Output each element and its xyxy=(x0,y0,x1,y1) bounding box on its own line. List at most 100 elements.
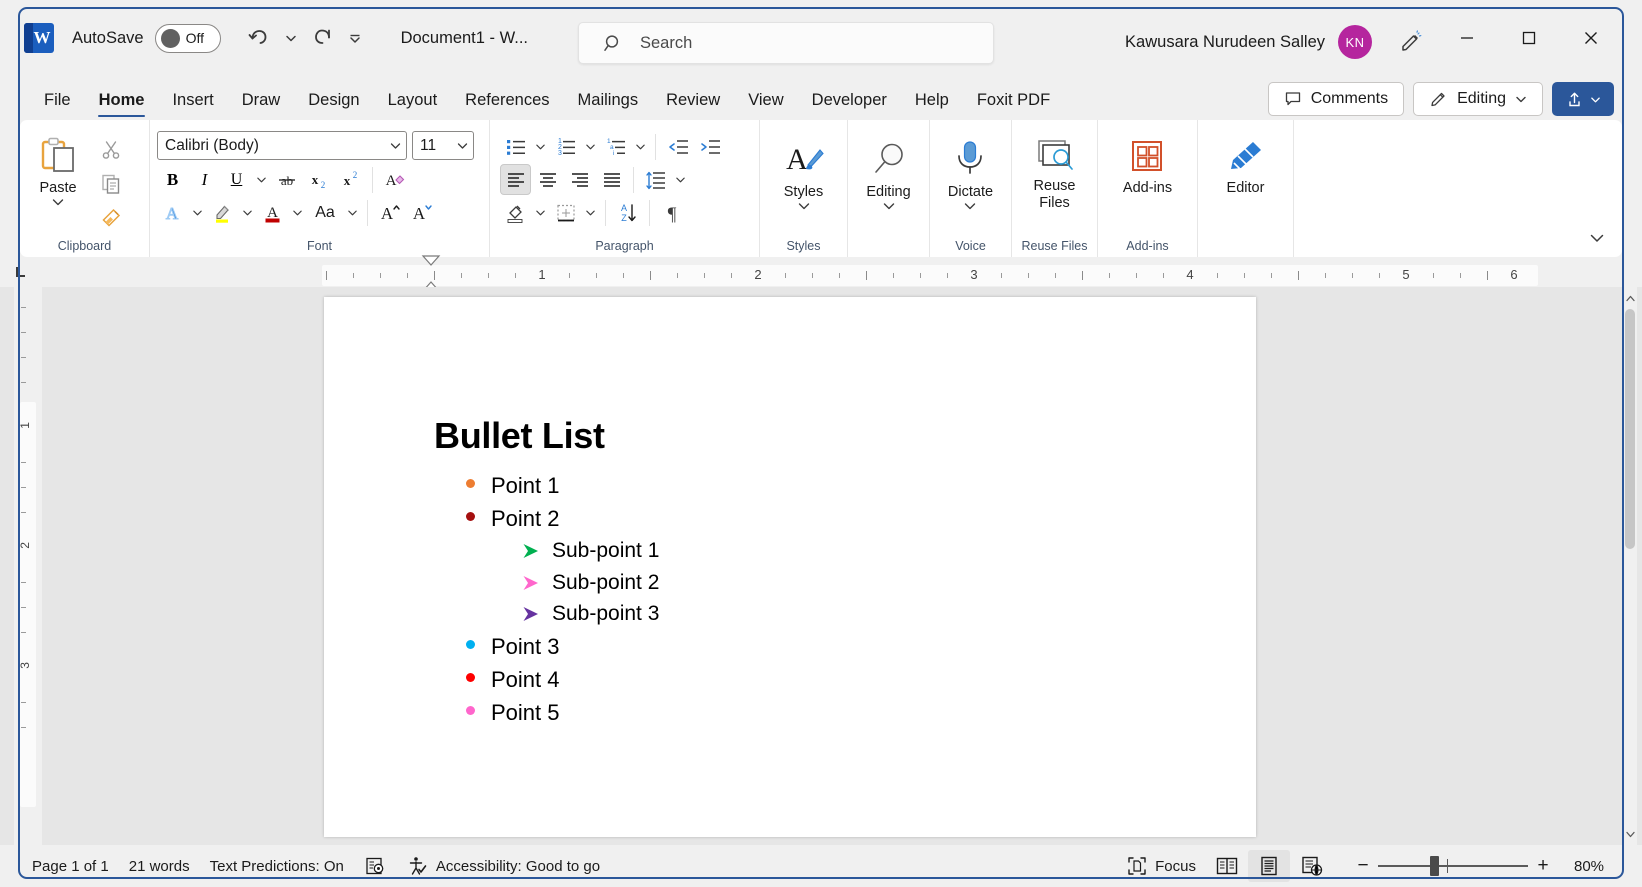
accessibility-status[interactable]: Accessibility: Good to go xyxy=(396,851,610,881)
bold-button[interactable]: B xyxy=(157,164,188,195)
line-spacing-dropdown-chevron-down-icon[interactable] xyxy=(672,164,689,195)
tab-draw[interactable]: Draw xyxy=(228,87,295,120)
avatar[interactable]: KN xyxy=(1338,25,1372,59)
editing-mode-button[interactable]: Editing xyxy=(1413,82,1543,116)
search-input[interactable]: Search xyxy=(578,22,994,64)
highlight-dropdown-chevron-down-icon[interactable] xyxy=(239,197,256,228)
tab-mailings[interactable]: Mailings xyxy=(564,87,653,120)
numbering-dropdown-chevron-down-icon[interactable] xyxy=(582,131,599,162)
italic-button[interactable]: I xyxy=(189,164,220,195)
increase-indent-button[interactable] xyxy=(694,131,725,162)
align-right-button[interactable] xyxy=(564,164,595,195)
tab-home[interactable]: Home xyxy=(85,87,159,120)
tab-stop-selector[interactable] xyxy=(0,257,42,287)
underline-dropdown-chevron-down-icon[interactable] xyxy=(253,164,270,195)
list-item[interactable]: Point 4 xyxy=(466,663,1256,696)
change-case-button[interactable]: Aa xyxy=(307,197,343,228)
borders-button[interactable] xyxy=(550,197,581,228)
show-formatting-marks-button[interactable]: ¶ xyxy=(656,197,687,228)
tab-developer[interactable]: Developer xyxy=(798,87,901,120)
zoom-out-button[interactable]: − xyxy=(1348,851,1378,881)
undo-dropdown-chevron-down-icon[interactable] xyxy=(281,20,301,56)
autosave-toggle[interactable]: Off xyxy=(154,23,221,53)
underline-button[interactable]: U xyxy=(221,164,252,195)
align-left-button[interactable] xyxy=(500,164,531,195)
maximize-button[interactable] xyxy=(1498,8,1560,68)
dictate-button[interactable]: Dictate xyxy=(942,136,999,213)
chevron-down-icon[interactable] xyxy=(964,202,976,210)
editor-button[interactable]: Editor xyxy=(1219,136,1273,200)
proofing-editor-status[interactable] xyxy=(354,851,396,881)
tab-references[interactable]: References xyxy=(451,87,563,120)
text-effects-button[interactable]: A xyxy=(157,197,188,228)
chevron-down-icon[interactable] xyxy=(798,202,810,210)
text-predictions-status[interactable]: Text Predictions: On xyxy=(200,854,354,879)
reuse-files-button[interactable]: Reuse Files xyxy=(1019,134,1090,214)
highlight-color-button[interactable] xyxy=(207,197,238,228)
tab-help[interactable]: Help xyxy=(901,87,963,120)
tab-file[interactable]: File xyxy=(30,87,85,120)
multilevel-dropdown-chevron-down-icon[interactable] xyxy=(632,131,649,162)
borders-dropdown-chevron-down-icon[interactable] xyxy=(582,197,599,228)
scroll-down-arrow-icon[interactable] xyxy=(1623,825,1637,843)
scroll-up-arrow-icon[interactable] xyxy=(1623,289,1637,307)
decrease-indent-button[interactable] xyxy=(662,131,693,162)
editing-button[interactable]: Editing xyxy=(860,136,916,213)
shrink-font-button[interactable]: A xyxy=(406,197,437,228)
vertical-scrollbar[interactable] xyxy=(1623,287,1637,845)
numbering-button[interactable]: 123 xyxy=(550,131,581,162)
styles-button[interactable]: A Styles xyxy=(776,136,832,213)
zoom-slider[interactable] xyxy=(1378,851,1528,881)
font-size-combobox[interactable]: 11 xyxy=(412,131,474,160)
zoom-slider-thumb[interactable] xyxy=(1430,856,1439,876)
line-spacing-button[interactable] xyxy=(640,164,671,195)
bullets-dropdown-chevron-down-icon[interactable] xyxy=(532,131,549,162)
align-center-button[interactable] xyxy=(532,164,563,195)
document-body[interactable]: Bullet List Point 1 Point 2 Sub-point 1 … xyxy=(324,297,1256,729)
list-item[interactable]: Point 2 xyxy=(466,502,1256,535)
font-color-button[interactable]: A xyxy=(257,197,288,228)
subscript-button[interactable]: x2 xyxy=(303,164,334,195)
list-item[interactable]: Point 1 xyxy=(466,469,1256,502)
read-mode-button[interactable] xyxy=(1206,850,1248,882)
paste-button[interactable]: Paste xyxy=(27,132,89,209)
first-line-indent-marker[interactable] xyxy=(420,254,442,270)
comments-button[interactable]: Comments xyxy=(1267,82,1405,116)
web-layout-button[interactable] xyxy=(1290,850,1332,882)
clear-formatting-button[interactable]: A xyxy=(379,164,410,195)
collapse-ribbon-button[interactable] xyxy=(1584,225,1610,251)
ribbon-display-options-icon[interactable] xyxy=(1392,24,1430,62)
tab-layout[interactable]: Layout xyxy=(374,87,452,120)
superscript-button[interactable]: x2 xyxy=(335,164,366,195)
close-button[interactable] xyxy=(1560,8,1622,68)
minimize-button[interactable] xyxy=(1436,8,1498,68)
page-count-status[interactable]: Page 1 of 1 xyxy=(22,854,119,879)
share-button[interactable] xyxy=(1552,82,1614,116)
grow-font-button[interactable]: A xyxy=(374,197,405,228)
bullets-button[interactable] xyxy=(500,131,531,162)
word-count-status[interactable]: 21 words xyxy=(119,854,200,879)
undo-icon[interactable] xyxy=(241,20,277,56)
user-account[interactable]: Kawusara Nurudeen Salley KN xyxy=(1125,25,1372,59)
font-family-combobox[interactable]: Calibri (Body) xyxy=(157,131,407,160)
print-layout-button[interactable] xyxy=(1248,850,1290,882)
scrollbar-thumb[interactable] xyxy=(1625,309,1635,549)
focus-mode-button[interactable]: Focus xyxy=(1117,852,1206,880)
zoom-level-label[interactable]: 80% xyxy=(1574,858,1614,875)
shading-dropdown-chevron-down-icon[interactable] xyxy=(532,197,549,228)
cut-button[interactable] xyxy=(95,134,126,165)
list-item[interactable]: Sub-point 2 xyxy=(522,567,1256,599)
list-item[interactable]: Point 5 xyxy=(466,696,1256,729)
tab-foxit-pdf[interactable]: Foxit PDF xyxy=(963,87,1064,120)
list-item[interactable]: Sub-point 1 xyxy=(522,535,1256,567)
shading-button[interactable] xyxy=(500,197,531,228)
multilevel-list-button[interactable]: 1ai xyxy=(600,131,631,162)
customize-quick-access-toolbar-icon[interactable] xyxy=(345,20,365,56)
font-color-dropdown-chevron-down-icon[interactable] xyxy=(289,197,306,228)
redo-icon[interactable] xyxy=(305,20,341,56)
tab-design[interactable]: Design xyxy=(294,87,373,120)
list-item[interactable]: Sub-point 3 xyxy=(522,598,1256,630)
tab-insert[interactable]: Insert xyxy=(158,87,227,120)
vertical-ruler[interactable]: 1 2 3 xyxy=(14,287,42,845)
justify-button[interactable] xyxy=(596,164,627,195)
